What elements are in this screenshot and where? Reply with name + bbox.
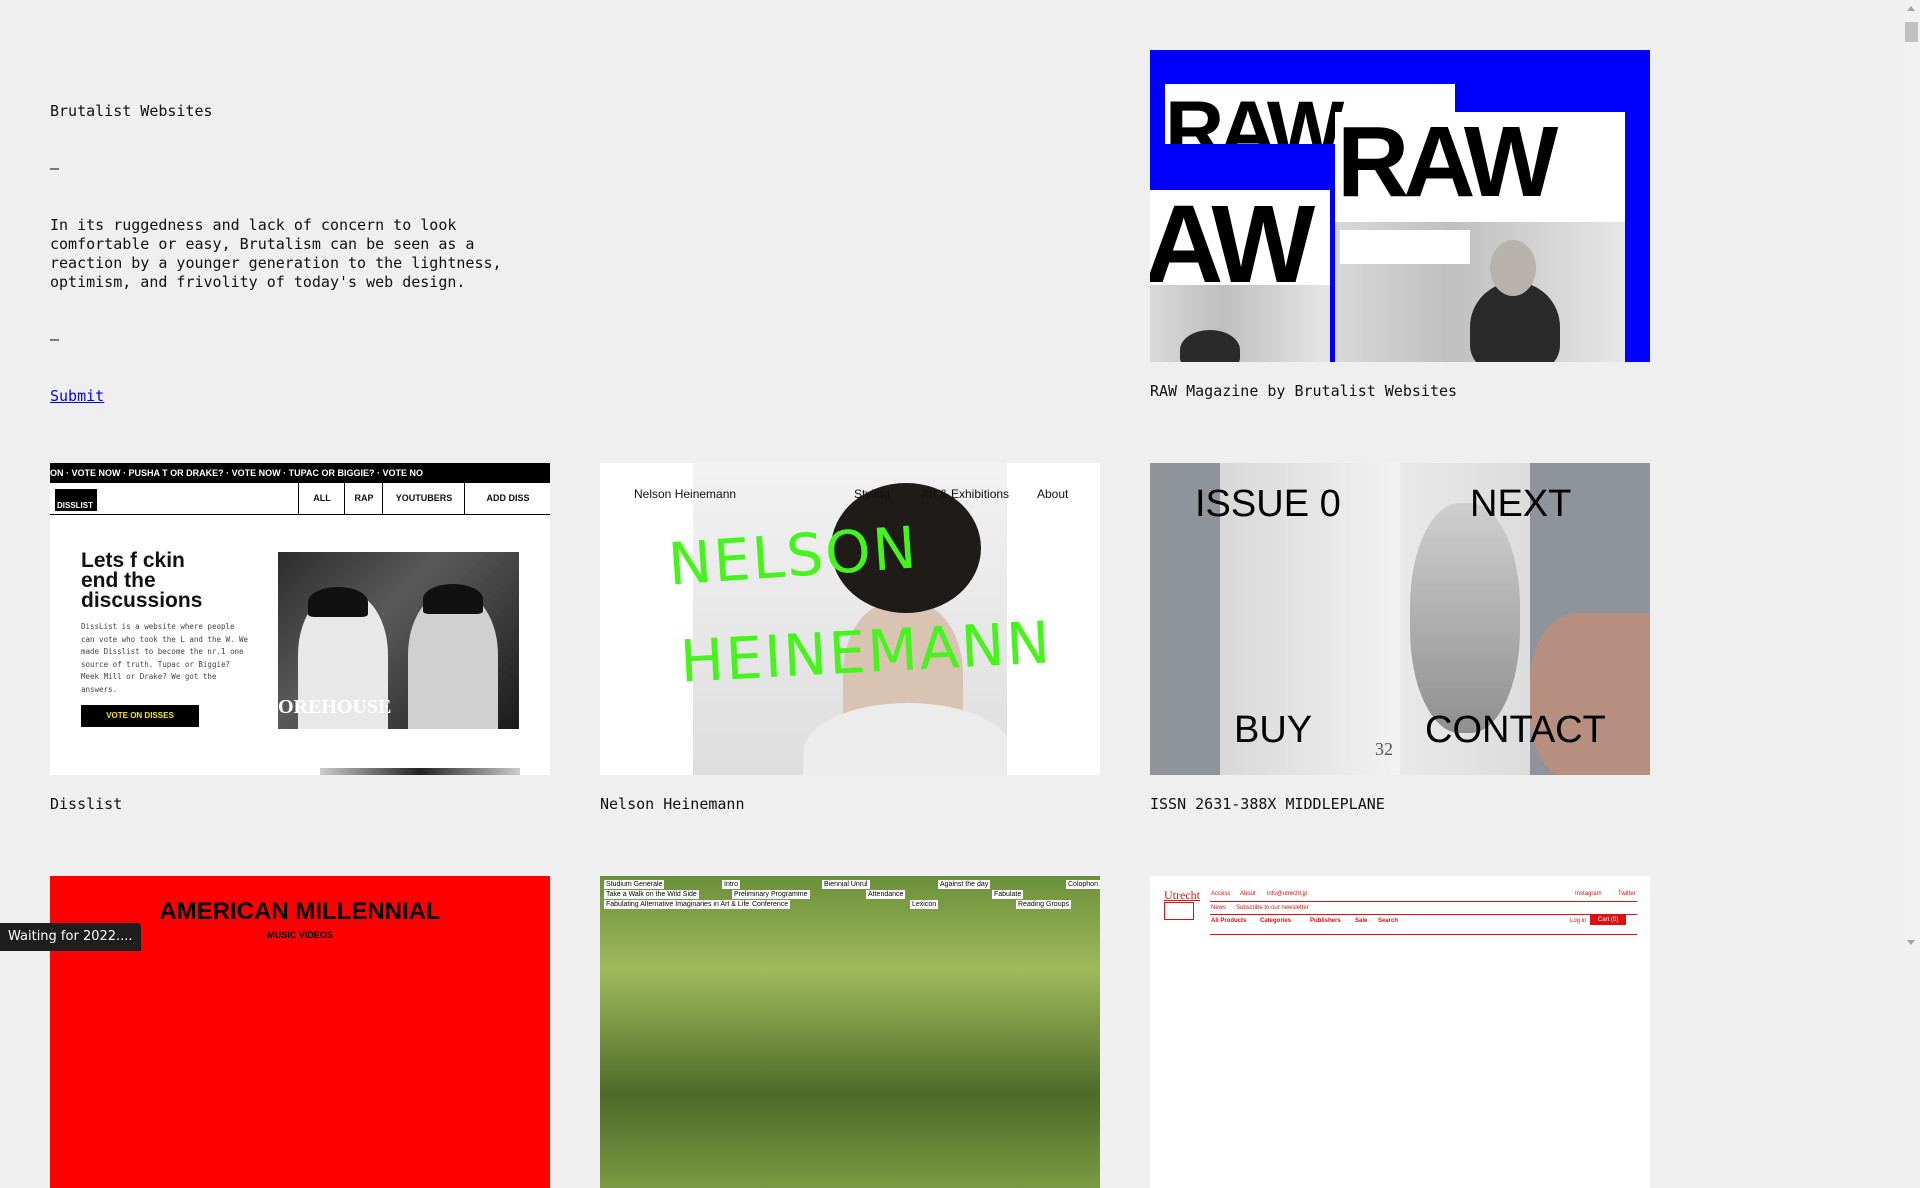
tag: Conference [750, 900, 791, 909]
disslist-photo: OREHOUSE [278, 552, 519, 729]
site-thumbnail[interactable]: Nelson Heinemann Styling Art & Exhibitio… [600, 463, 1100, 775]
buy-link: BUY [1234, 709, 1313, 751]
tag: Studium Generale [604, 880, 665, 889]
site-card-disslist[interactable]: ON · VOTE NOW · PUSHA T OR DRAKE? · VOTE… [50, 463, 550, 813]
submit-link[interactable]: Submit [50, 387, 104, 405]
tag: Colophon [1066, 880, 1100, 889]
tag: Against the day [938, 880, 991, 889]
book-icon [1164, 902, 1194, 920]
nav-art-exhibitions: Art & Exhibitions [921, 487, 1010, 501]
intro-section: Brutalist Websites – In its ruggedness a… [50, 64, 510, 425]
site-caption[interactable]: RAW Magazine by Brutalist Websites [1150, 382, 1650, 400]
contact-link: CONTACT [1425, 709, 1606, 751]
page-number: 32 [1375, 739, 1393, 759]
divider-dash: – [50, 330, 60, 348]
tag: Attendance [866, 890, 906, 899]
raw-wordmark: RAW [1165, 85, 1344, 145]
utrecht-logo: Utrecht [1164, 888, 1200, 902]
next-link: NEXT [1470, 483, 1572, 525]
ut-login: Log in [1570, 918, 1587, 924]
tag: Biennial Unrul [822, 880, 870, 889]
disslist-logo: DISSLIST [55, 489, 97, 511]
site-thumbnail[interactable]: ON · VOTE NOW · PUSHA T OR DRAKE? · VOTE… [50, 463, 550, 775]
tag: Intro [722, 880, 741, 889]
disslist-headline: Lets f ckin end the discussions [81, 549, 203, 612]
marquee-banner: ON · VOTE NOW · PUSHA T OR DRAKE? · VOTE… [50, 463, 550, 483]
site-thumbnail[interactable]: RAW AW RAW [1150, 50, 1650, 362]
ut-access: Access [1211, 891, 1231, 897]
ut-search: Search [1378, 918, 1399, 924]
site-card-nelson-heinemann[interactable]: Nelson Heinemann Styling Art & Exhibitio… [600, 463, 1100, 813]
site-thumbnail[interactable]: Utrecht Access About info@utrecht.jp Ins… [1150, 876, 1650, 1188]
browser-status-bar: Waiting for 2022.... [0, 923, 141, 951]
ut-categories: Categories [1260, 918, 1292, 924]
page-scrollbar[interactable] [1903, 0, 1920, 951]
site-card-raw-magazine[interactable]: RAW AW RAW RAW Magazine by Brutalist Web… [1150, 50, 1650, 400]
raw-photo [1150, 285, 1330, 362]
site-card-utrecht[interactable]: Utrecht Access About info@utrecht.jp Ins… [1150, 876, 1650, 1188]
site-thumbnail[interactable]: ISSUE 0 NEXT BUY CONTACT 32 [1150, 463, 1650, 775]
scrollbar-thumb[interactable] [1905, 22, 1918, 42]
raw-wordmark: AW [1150, 190, 1315, 306]
site-card-middleplane[interactable]: ISSUE 0 NEXT BUY CONTACT 32 ISSN 2631-38… [1150, 463, 1650, 813]
nav-about: About [1037, 487, 1069, 501]
site-caption[interactable]: ISSN 2631-388X MIDDLEPLANE [1150, 795, 1650, 813]
ut-newsletter: Subscribe to our newsletter [1236, 905, 1309, 911]
ut-twitter: Twitter [1618, 891, 1636, 897]
handwritten-name: HEINEMANN [678, 608, 1054, 696]
scroll-down-arrow-icon[interactable] [1903, 934, 1920, 951]
photo-shirt-text: OREHOUSE [278, 696, 392, 718]
nav-all: ALL [298, 483, 345, 514]
handwritten-name: NELSON [665, 513, 921, 599]
ut-cart: Cart (0) [1590, 915, 1627, 925]
scroll-up-arrow-icon[interactable] [1903, 0, 1920, 17]
tag: Fabulate [992, 890, 1024, 899]
divider-dash: – [50, 159, 60, 177]
tag: Lexicon [910, 900, 939, 909]
vote-button: VOTE ON DISSES [81, 705, 199, 727]
site-caption[interactable]: Disslist [50, 795, 550, 813]
am-title: AMERICAN MILLENNIAL [159, 898, 441, 925]
tag: Preliminary Programme [732, 890, 810, 899]
ut-email: info@utrecht.jp [1267, 891, 1308, 897]
site-description: In its ruggedness and lack of concern to… [50, 216, 502, 291]
tag: Take a Walk on the Wild Side [604, 890, 699, 899]
tag: Fabulating Alternative Imaginaries in Ar… [604, 900, 752, 909]
site-caption[interactable]: Nelson Heinemann [600, 795, 1100, 813]
issue-link: ISSUE 0 [1195, 483, 1341, 525]
tag: Reading Groups [1016, 900, 1071, 909]
ut-sale: Sale [1355, 918, 1368, 924]
ut-news: News [1211, 905, 1227, 911]
site-card-studium-generale[interactable]: Studium Generale Intro Biennial Unrul Ag… [600, 876, 1100, 1188]
nav-add-diss: ADD DISS [464, 483, 550, 514]
ut-about: About [1240, 891, 1256, 897]
site-title: Brutalist Websites [50, 102, 213, 120]
ut-all-products: All Products [1211, 918, 1247, 924]
nav-styling: Styling [854, 487, 891, 501]
ut-publishers: Publishers [1310, 918, 1341, 924]
disslist-body: DissList is a website where people can v… [81, 622, 249, 694]
ut-instagram: Instagram [1575, 891, 1602, 897]
site-thumbnail[interactable]: Studium Generale Intro Biennial Unrul Ag… [600, 876, 1100, 1188]
nav-youtubers: YOUTUBERS [382, 483, 465, 514]
nav-rap: RAP [344, 483, 383, 514]
disslist-nav: DISSLIST ALL RAP YOUTUBERS ADD DISS [50, 483, 550, 515]
nelson-name: Nelson Heinemann [634, 487, 737, 501]
raw-wordmark: RAW [1337, 112, 1558, 218]
